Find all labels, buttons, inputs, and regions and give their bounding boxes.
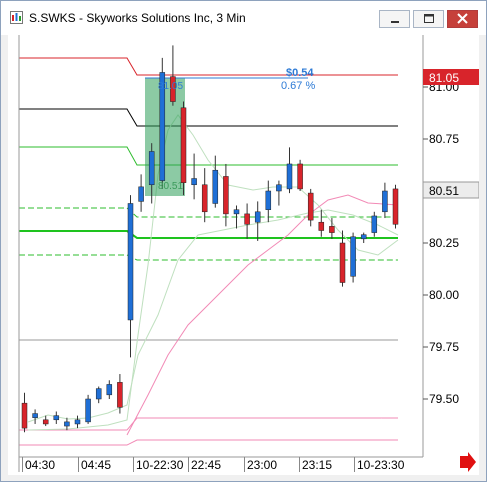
candle-up[interactable] <box>286 163 293 190</box>
candle-down[interactable] <box>180 107 187 183</box>
title-bar[interactable]: S.SWKS - Skyworks Solutions Inc, 3 Min <box>1 1 486 35</box>
candlestick-chart[interactable]: 81.05 80.51 $0.54 0.67 % 81.0080.7580.50… <box>8 35 480 475</box>
candle-up[interactable] <box>53 415 60 421</box>
candle-up[interactable] <box>74 419 81 425</box>
candle-up[interactable] <box>233 209 240 215</box>
time-tick-group: 04:30 04:45 10-22:30 22:45 23:00 23:15 10-23:3… <box>22 457 405 472</box>
annotation-high: 81.05 <box>158 81 183 92</box>
time-tick-label: 23:00 <box>247 458 277 472</box>
upper-band-line <box>19 57 398 76</box>
time-tick-label: 10-23:30 <box>357 458 405 472</box>
price-tick-label: 80.25 <box>429 236 459 250</box>
price-tick-label: 80.75 <box>429 132 459 146</box>
annotation-dollar: $0.54 <box>286 67 314 79</box>
chart-window: S.SWKS - Skyworks Solutions Inc, 3 Min 8… <box>0 0 487 482</box>
annotation-low: 80.51 <box>158 181 183 192</box>
candle-down[interactable] <box>297 163 303 190</box>
price-label-current: 80.51 <box>429 184 459 198</box>
maximize-button[interactable] <box>413 10 444 28</box>
green-pivot-line <box>19 230 398 239</box>
candle-down[interactable] <box>329 226 335 233</box>
candle-down[interactable] <box>223 176 229 215</box>
price-tick-label: 80.00 <box>429 288 459 302</box>
candle-down[interactable] <box>318 221 325 231</box>
candle-down[interactable] <box>244 213 250 225</box>
candle-up[interactable] <box>138 186 144 202</box>
close-button[interactable] <box>447 10 478 28</box>
candle-up[interactable] <box>85 398 91 423</box>
close-icon <box>457 13 468 24</box>
candle-up[interactable] <box>350 236 356 277</box>
window-title: S.SWKS - Skyworks Solutions Inc, 3 Min <box>29 11 246 25</box>
candle-down[interactable] <box>201 184 208 213</box>
price-tick-label: 79.75 <box>429 340 459 354</box>
candle-down[interactable] <box>307 192 314 221</box>
time-tick-label: 23:15 <box>302 458 332 472</box>
price-tick-label: 79.50 <box>429 392 459 406</box>
time-tick-label: 04:30 <box>25 458 55 472</box>
pink-lower-line <box>19 439 398 446</box>
candle-up[interactable] <box>254 211 261 223</box>
candle-up[interactable] <box>106 384 113 396</box>
chart-area[interactable]: 81.05 80.51 $0.54 0.67 % 81.0080.7580.50… <box>8 35 480 475</box>
candle-down[interactable] <box>21 402 28 429</box>
candle-up[interactable] <box>191 178 197 186</box>
candle-up[interactable] <box>32 413 38 418</box>
time-tick-label: 04:45 <box>81 458 111 472</box>
candle-up[interactable] <box>360 234 367 240</box>
upper-green-line <box>19 146 398 166</box>
candle-down[interactable] <box>117 382 123 408</box>
candle-up[interactable] <box>95 388 102 400</box>
candle-up[interactable] <box>265 190 272 210</box>
candle-up[interactable] <box>127 203 134 321</box>
price-label-top: 81.05 <box>429 71 459 85</box>
candle-down[interactable] <box>339 242 346 283</box>
candle-down[interactable] <box>392 188 399 225</box>
candle-up[interactable] <box>276 184 282 192</box>
annotation-percent: 0.67 % <box>281 80 315 92</box>
app-icon <box>10 11 23 24</box>
candle-up[interactable] <box>212 169 219 204</box>
candle-up[interactable] <box>371 215 378 233</box>
candle-up[interactable] <box>64 421 70 427</box>
minimize-icon <box>391 21 399 23</box>
candle-up[interactable] <box>148 151 155 186</box>
moving-average-line <box>126 194 399 436</box>
candle-up[interactable] <box>382 190 388 213</box>
maximize-icon <box>424 14 434 23</box>
time-tick-label: 10-22:30 <box>136 458 184 472</box>
time-tick-label: 22:45 <box>191 458 221 472</box>
mid-band-line <box>19 108 398 127</box>
minimize-button[interactable] <box>379 10 410 28</box>
candle-down[interactable] <box>42 419 49 425</box>
